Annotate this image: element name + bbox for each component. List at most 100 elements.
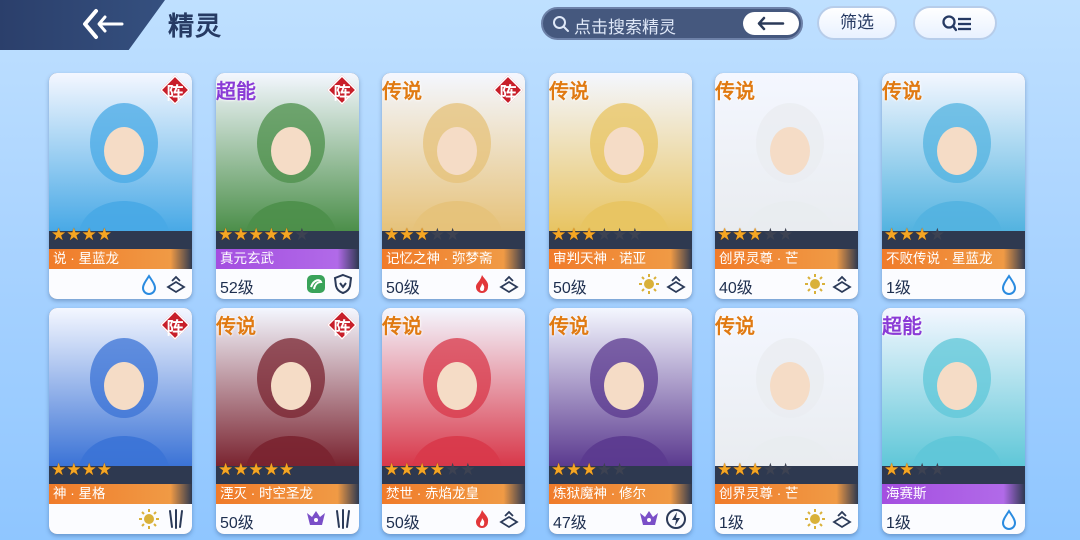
star-filled-icon: ★ — [233, 225, 249, 244]
light-icon — [138, 508, 160, 530]
star-rating: ★★★★ — [884, 226, 945, 244]
rarity-label: 超能 — [216, 81, 256, 103]
star-rating: ★★★★ — [884, 461, 945, 479]
spirit-card[interactable]: 阵 ★★★★ 神 · 星格 — [49, 308, 192, 534]
formation-badge: 阵 — [159, 309, 191, 341]
spirit-level: 47级 — [553, 515, 587, 532]
star-rating: ★★★★ — [51, 226, 112, 244]
star-filled-icon: ★ — [96, 460, 112, 479]
spirit-name: 炼狱魔神 · 修尔 — [549, 484, 692, 504]
star-filled-icon: ★ — [581, 225, 597, 244]
formation-badge: 阵 — [492, 74, 524, 106]
star-filled-icon: ★ — [747, 225, 763, 244]
card-footer: 50级 — [216, 504, 359, 534]
spirit-card[interactable]: 传说 ★★★★★ 炼狱魔神 · 修尔 47级 — [549, 308, 692, 534]
star-rating: ★★★★ — [51, 461, 112, 479]
star-empty-icon: ★ — [914, 460, 930, 479]
spirit-card[interactable]: 传说 ★★★★ 不败传说 · 星蓝龙 1级 — [882, 73, 1025, 299]
spirit-name: 创界灵尊 · 芒 — [715, 484, 858, 504]
sort-button[interactable] — [913, 6, 997, 40]
filter-button[interactable]: 筛选 — [817, 6, 897, 40]
star-filled-icon: ★ — [218, 225, 234, 244]
fire-icon — [471, 508, 493, 530]
spirit-name: 不败传说 · 星蓝龙 — [882, 249, 1025, 269]
spirit-card[interactable]: 传说 ★★★★★ 创界灵尊 · 芒 40级 — [715, 73, 858, 299]
star-filled-icon: ★ — [429, 460, 445, 479]
spirit-book-icon — [498, 273, 520, 295]
rarity-label: 超能 — [882, 316, 922, 338]
card-footer: 1级 — [882, 269, 1025, 299]
star-rating: ★★★★★ — [717, 226, 793, 244]
star-filled-icon: ★ — [233, 460, 249, 479]
light-icon — [804, 508, 826, 530]
spirit-level: 1级 — [886, 515, 911, 532]
star-empty-icon: ★ — [612, 460, 628, 479]
spirit-level: 1级 — [886, 280, 911, 297]
dark-icon — [305, 508, 327, 530]
star-rating: ★★★★★★ — [551, 226, 643, 244]
star-filled-icon: ★ — [566, 225, 582, 244]
search-input[interactable]: 点击搜索精灵 — [574, 13, 676, 38]
spirit-card[interactable]: 超能阵 ★★★★★★ 真元玄武 52级 — [216, 73, 359, 299]
star-filled-icon: ★ — [399, 460, 415, 479]
rarity-label: 传说 — [382, 316, 422, 338]
star-empty-icon: ★ — [596, 460, 612, 479]
spirit-level: 52级 — [220, 280, 254, 297]
star-empty-icon: ★ — [445, 460, 461, 479]
spirit-card[interactable]: 传说 ★★★★★ 创界灵尊 · 芒 1级 — [715, 308, 858, 534]
spirit-name: 神 · 星格 — [49, 484, 192, 504]
fire-icon — [471, 273, 493, 295]
spirit-card[interactable]: 阵 ★★★★ 说 · 星蓝龙 — [49, 73, 192, 299]
rarity-label: 传说 — [882, 81, 922, 103]
star-filled-icon: ★ — [717, 460, 733, 479]
card-footer: 40级 — [715, 269, 858, 299]
page-title: 精灵 — [168, 11, 223, 41]
star-filled-icon: ★ — [66, 460, 82, 479]
rarity-label: 传说 — [715, 316, 755, 338]
spirit-card[interactable]: 超能 ★★★★ 海赛斯 1级 — [882, 308, 1025, 534]
search-bar[interactable]: 点击搜索精灵 — [541, 7, 803, 40]
shield-icon — [332, 273, 354, 295]
star-filled-icon: ★ — [899, 460, 915, 479]
spirit-level: 50级 — [386, 515, 420, 532]
back-arrow-icon[interactable] — [82, 8, 126, 40]
card-footer — [49, 269, 192, 299]
spirit-card[interactable]: 传说阵 ★★★★★ 湮灭 · 时空圣龙 50级 — [216, 308, 359, 534]
star-filled-icon: ★ — [263, 460, 279, 479]
water-icon — [998, 273, 1020, 295]
rarity-label: 传说 — [549, 81, 589, 103]
star-empty-icon: ★ — [929, 460, 945, 479]
star-rating: ★★★★★ — [551, 461, 627, 479]
spirit-name: 真元玄武 — [216, 249, 359, 269]
star-filled-icon: ★ — [884, 460, 900, 479]
card-footer: 50级 — [382, 504, 525, 534]
spirit-level: 50级 — [553, 280, 587, 297]
left-arrow-icon — [757, 16, 785, 31]
spirit-name: 创界灵尊 · 芒 — [715, 249, 858, 269]
formation-badge-label: 阵 — [499, 84, 517, 103]
star-filled-icon: ★ — [551, 460, 567, 479]
star-filled-icon: ★ — [414, 225, 430, 244]
star-filled-icon: ★ — [414, 460, 430, 479]
spirit-card[interactable]: 传说 ★★★★★★ 审判天神 · 诺亚 50级 — [549, 73, 692, 299]
star-filled-icon: ★ — [884, 225, 900, 244]
spirit-card[interactable]: 传说阵 ★★★★★ 记忆之神 · 弥梦斋 50级 — [382, 73, 525, 299]
spirit-name: 审判天神 · 诺亚 — [549, 249, 692, 269]
star-filled-icon: ★ — [732, 225, 748, 244]
rarity-label: 传说 — [216, 316, 256, 338]
star-filled-icon: ★ — [899, 225, 915, 244]
spirit-book-icon — [665, 273, 687, 295]
water-icon — [998, 508, 1020, 530]
star-filled-icon: ★ — [51, 225, 67, 244]
spirit-name: 海赛斯 — [882, 484, 1025, 504]
formation-badge-label: 阵 — [333, 319, 351, 338]
light-icon — [804, 273, 826, 295]
star-filled-icon: ★ — [96, 225, 112, 244]
formation-badge-label: 阵 — [166, 319, 184, 338]
star-filled-icon: ★ — [581, 460, 597, 479]
spirit-card[interactable]: 传说 ★★★★★★ 焚世 · 赤焰龙皇 50级 — [382, 308, 525, 534]
search-clear-button[interactable] — [743, 12, 799, 35]
spirit-name: 说 · 星蓝龙 — [49, 249, 192, 269]
dark-icon — [638, 508, 660, 530]
rarity-label: 传说 — [382, 81, 422, 103]
